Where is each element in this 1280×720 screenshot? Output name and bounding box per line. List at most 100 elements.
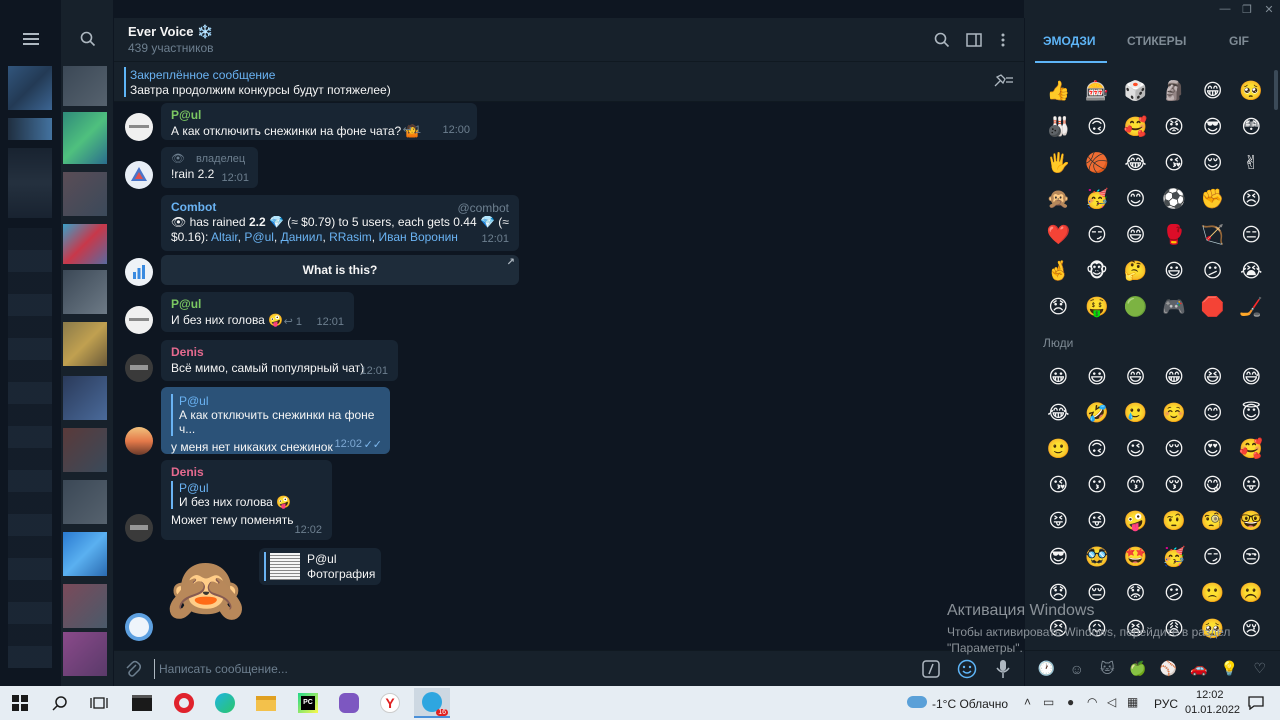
- message-bubble[interactable]: 👁 владелец !rain 2.2 12:01: [161, 147, 258, 188]
- emoji-button[interactable]: 😁: [1193, 73, 1232, 109]
- chat-item[interactable]: [63, 584, 107, 628]
- emoji-button[interactable]: 😏: [1193, 539, 1232, 575]
- emoji-button[interactable]: 🤔: [1116, 253, 1155, 289]
- emoji-button[interactable]: 😙: [1116, 467, 1155, 503]
- chat-item[interactable]: [63, 112, 107, 164]
- emoji-button[interactable]: 🙃: [1078, 431, 1117, 467]
- clock-date[interactable]: 01.01.2022: [1185, 704, 1240, 716]
- avatar[interactable]: [125, 613, 153, 641]
- emoji-button[interactable]: 🤩: [1116, 539, 1155, 575]
- clock-time[interactable]: 12:02: [1196, 689, 1224, 701]
- tab-stickers[interactable]: СТИКЕРЫ: [1127, 34, 1186, 48]
- emoji-button[interactable]: 😘: [1039, 467, 1078, 503]
- emoji-button[interactable]: 🙂: [1039, 431, 1078, 467]
- reply-preview[interactable]: P@ul Фотография: [259, 548, 381, 585]
- reply-quote[interactable]: P@ul И без них голова 🤪: [171, 481, 322, 509]
- emoji-icon[interactable]: [956, 658, 978, 680]
- folder-item[interactable]: [8, 148, 52, 218]
- windows-start-icon[interactable]: [2, 688, 38, 718]
- wifi-icon[interactable]: ◠: [1087, 695, 1097, 709]
- notifications-icon[interactable]: [1238, 688, 1274, 718]
- emoji-button[interactable]: 🎳: [1039, 109, 1078, 145]
- viber-app-icon[interactable]: [331, 688, 367, 718]
- emoji-button[interactable]: 😝: [1039, 503, 1078, 539]
- bot-handle[interactable]: @combot: [457, 201, 509, 216]
- chat-item[interactable]: [63, 322, 107, 366]
- message-sender[interactable]: P@ul: [171, 297, 344, 311]
- emoji-button[interactable]: 😳: [1232, 109, 1271, 145]
- smileys-icon[interactable]: ☺: [1066, 658, 1088, 680]
- sticker[interactable]: 🙈: [166, 548, 246, 632]
- emoji-button[interactable]: 🐵: [1078, 253, 1117, 289]
- emoji-button[interactable]: 😎: [1193, 109, 1232, 145]
- attach-icon[interactable]: [122, 658, 144, 680]
- microphone-icon[interactable]: ●: [1067, 695, 1074, 709]
- user-mention[interactable]: Даниил: [281, 230, 323, 244]
- emoji-button[interactable]: 🛑: [1193, 289, 1232, 325]
- food-icon[interactable]: 🍏: [1127, 658, 1149, 680]
- emoji-button[interactable]: 😀: [1039, 359, 1078, 395]
- emoji-button[interactable]: 😃: [1155, 253, 1194, 289]
- symbols-icon[interactable]: ♡: [1249, 658, 1271, 680]
- emoji-button[interactable]: 🥺: [1232, 73, 1271, 109]
- search-icon[interactable]: [932, 30, 952, 50]
- avatar[interactable]: [125, 514, 153, 542]
- message-bubble[interactable]: P@ul И без них голова 🤪 ↩ 1 12:01: [161, 292, 354, 332]
- recent-icon[interactable]: 🕐: [1035, 658, 1057, 680]
- chat-item[interactable]: [63, 224, 107, 264]
- emoji-button[interactable]: 😁: [1155, 359, 1194, 395]
- emoji-button[interactable]: 😢: [1232, 611, 1271, 647]
- emoji-button[interactable]: 🤪: [1116, 503, 1155, 539]
- emoji-button[interactable]: 😞: [1039, 289, 1078, 325]
- emoji-button[interactable]: 😂: [1039, 395, 1078, 431]
- unpin-icon[interactable]: [992, 74, 1014, 93]
- emoji-button[interactable]: ✊: [1193, 181, 1232, 217]
- yandex-browser-icon[interactable]: Y: [372, 688, 408, 718]
- restore-button[interactable]: ❐: [1236, 0, 1258, 18]
- chat-header[interactable]: Ever Voice ❄️ 439 участников: [114, 18, 1024, 62]
- chat-item[interactable]: [63, 428, 107, 472]
- folder-item[interactable]: [8, 66, 52, 110]
- emoji-button[interactable]: ☹️: [1232, 575, 1271, 611]
- avatar[interactable]: [125, 427, 153, 455]
- emoji-button[interactable]: 😛: [1232, 467, 1271, 503]
- pycharm-app-icon[interactable]: PC: [290, 688, 326, 718]
- emoji-button[interactable]: 🤑: [1078, 289, 1117, 325]
- emoji-button[interactable]: 😊: [1193, 395, 1232, 431]
- chat-item[interactable]: [63, 270, 107, 314]
- emoji-button[interactable]: 😒: [1232, 539, 1271, 575]
- chat-item[interactable]: [63, 172, 107, 216]
- language-indicator[interactable]: РУС: [1154, 697, 1178, 711]
- emoji-button[interactable]: 😊: [1116, 181, 1155, 217]
- emoji-button[interactable]: ☺️: [1155, 395, 1194, 431]
- weather-text[interactable]: -1°C Облачно: [932, 697, 1008, 711]
- folder-item[interactable]: [8, 118, 52, 140]
- emoji-button[interactable]: 🎲: [1116, 73, 1155, 109]
- volume-icon[interactable]: ◁: [1107, 695, 1116, 709]
- emoji-button[interactable]: 🧐: [1193, 503, 1232, 539]
- emoji-button[interactable]: 🤓: [1232, 503, 1271, 539]
- file-explorer-icon[interactable]: [248, 688, 284, 718]
- sidebar-toggle-icon[interactable]: [964, 30, 984, 50]
- emoji-button[interactable]: 🤣: [1078, 395, 1117, 431]
- activity-icon[interactable]: ⚾: [1157, 658, 1179, 680]
- emoji-button[interactable]: 🥊: [1155, 217, 1194, 253]
- search-icon[interactable]: [61, 18, 114, 60]
- opera-app-icon[interactable]: [166, 688, 202, 718]
- emoji-button[interactable]: 😑: [1232, 217, 1271, 253]
- message-input[interactable]: [154, 659, 834, 679]
- emoji-button[interactable]: 😘: [1155, 145, 1194, 181]
- emoji-button[interactable]: 😃: [1078, 359, 1117, 395]
- emoji-button[interactable]: 😇: [1232, 395, 1271, 431]
- emoji-button[interactable]: 🥰: [1116, 109, 1155, 145]
- chat-item[interactable]: [63, 532, 107, 576]
- reply-count[interactable]: ↩ 1: [284, 315, 302, 328]
- emoji-button[interactable]: 😗: [1078, 467, 1117, 503]
- emoji-button[interactable]: 👍: [1039, 73, 1078, 109]
- message-sender[interactable]: Denis: [171, 345, 388, 359]
- keyboard-icon[interactable]: ▦: [1127, 695, 1138, 709]
- avatar[interactable]: [125, 161, 153, 189]
- pinned-message[interactable]: Закреплённое сообщение Завтра продолжим …: [114, 62, 1024, 102]
- emoji-button[interactable]: 😎: [1039, 539, 1078, 575]
- chat-item[interactable]: [63, 376, 107, 420]
